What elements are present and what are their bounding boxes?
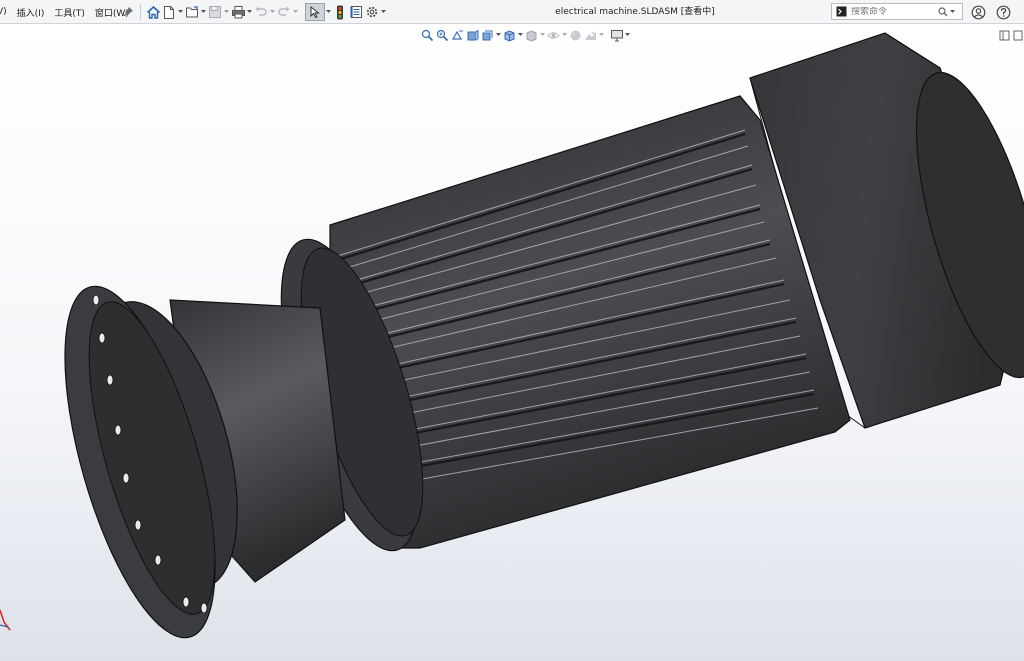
previous-view-icon[interactable]: [450, 28, 465, 43]
open-folder-icon[interactable]: [184, 4, 200, 20]
menu-bar: V) 插入(I) 工具(T) 窗口(W): [0, 0, 139, 24]
menu-view[interactable]: V): [0, 7, 7, 17]
redo-icon[interactable]: [276, 4, 292, 20]
search-icon[interactable]: [937, 5, 949, 19]
view-settings-dropdown-chevron-icon[interactable]: [624, 27, 631, 43]
new-dropdown-chevron-icon[interactable]: [177, 4, 184, 20]
rebuild-traffic-light-icon[interactable]: [332, 4, 348, 20]
view-settings-monitor-icon[interactable]: [609, 28, 624, 43]
menu-insert[interactable]: 插入(I): [17, 6, 45, 19]
graphics-area[interactable]: [0, 24, 1024, 661]
redo-dropdown-chevron-icon[interactable]: [292, 4, 299, 20]
hide-show-items-icon[interactable]: [546, 28, 561, 43]
section-view-icon[interactable]: [465, 28, 480, 43]
zoom-to-fit-icon[interactable]: [420, 28, 435, 43]
command-prompt-icon: [834, 5, 848, 19]
select-arrow-icon[interactable]: [305, 3, 325, 21]
pin-icon[interactable]: [120, 4, 136, 20]
menu-tools[interactable]: 工具(T): [54, 6, 85, 19]
help-icon[interactable]: [995, 4, 1011, 20]
save-dropdown-chevron-icon[interactable]: [223, 4, 230, 20]
dynamic-annotation-views-icon[interactable]: [480, 28, 495, 43]
toolbar-separator: [140, 4, 141, 20]
undo-dropdown-chevron-icon[interactable]: [269, 4, 276, 20]
search-input[interactable]: [848, 6, 937, 17]
undo-icon[interactable]: [253, 4, 269, 20]
select-dropdown-chevron-icon[interactable]: [325, 4, 332, 20]
scene-dropdown-chevron-icon[interactable]: [598, 27, 605, 43]
orientation-dropdown-chevron-icon[interactable]: [517, 27, 524, 43]
home-icon[interactable]: [145, 4, 161, 20]
quick-access-toolbar: [120, 3, 387, 21]
save-icon[interactable]: [207, 4, 223, 20]
user-icon[interactable]: [970, 4, 986, 20]
file-properties-icon[interactable]: [348, 4, 364, 20]
gear-icon[interactable]: [364, 4, 380, 20]
title-bar: V) 插入(I) 工具(T) 窗口(W) electrical machine.…: [0, 0, 1024, 24]
display-dropdown-chevron-icon[interactable]: [539, 27, 546, 43]
heads-up-view-toolbar: [420, 27, 631, 43]
restore-panel-icon[interactable]: [1012, 27, 1024, 43]
search-dropdown-chevron-icon[interactable]: [949, 4, 956, 20]
hide-show-dropdown-chevron-icon[interactable]: [561, 27, 568, 43]
collapse-panel-icon[interactable]: [996, 27, 1012, 43]
panel-controls: [996, 27, 1024, 43]
apply-scene-icon[interactable]: [583, 28, 598, 43]
options-dropdown-chevron-icon[interactable]: [380, 4, 387, 20]
edit-appearance-icon[interactable]: [568, 28, 583, 43]
print-icon[interactable]: [230, 4, 246, 20]
search-box[interactable]: [831, 3, 963, 20]
zoom-to-area-icon[interactable]: [435, 28, 450, 43]
open-dropdown-chevron-icon[interactable]: [200, 4, 207, 20]
view-orientation-icon[interactable]: [502, 28, 517, 43]
print-dropdown-chevron-icon[interactable]: [246, 4, 253, 20]
display-style-icon[interactable]: [524, 28, 539, 43]
new-document-icon[interactable]: [161, 4, 177, 20]
document-title: electrical machine.SLDASM [查看中]: [555, 7, 715, 17]
view-dropdown-chevron-icon[interactable]: [495, 27, 502, 43]
